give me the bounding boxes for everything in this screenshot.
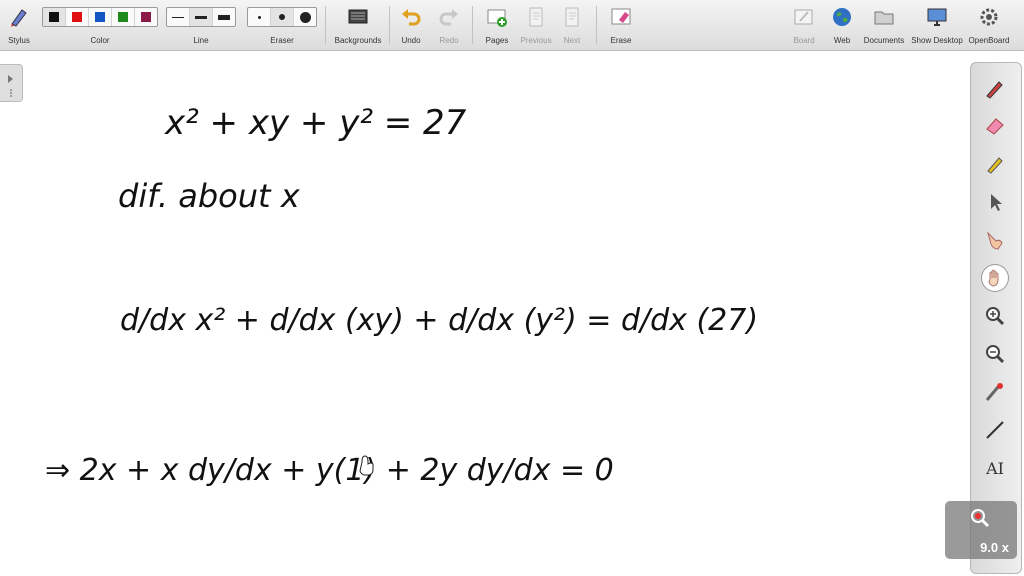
instruction-line: dif. about x — [118, 177, 301, 215]
interact-tool[interactable] — [982, 227, 1008, 253]
text-icon: AI — [986, 458, 1004, 478]
color-swatch-purple[interactable] — [135, 8, 157, 26]
color-swatch-green[interactable] — [112, 8, 135, 26]
zoom-in-icon — [986, 307, 1005, 326]
globe-icon — [833, 8, 851, 26]
eraser-large-button[interactable] — [294, 8, 316, 26]
zoom-in-tool[interactable] — [982, 303, 1008, 329]
equation-line-1: x² + xy + y² = 27 — [164, 103, 467, 143]
zoom-indicator: 9.0 x — [945, 501, 1017, 559]
top-toolbar: Stylus Color Line Eraser Backgrounds Und… — [0, 0, 1024, 51]
pointing-hand-icon — [987, 231, 1003, 250]
eraser-medium-button[interactable] — [271, 8, 294, 26]
redo-icon — [439, 9, 458, 26]
stylus-button[interactable]: Stylus — [2, 0, 36, 50]
backgrounds-icon — [348, 9, 368, 24]
eraser-small-button[interactable] — [248, 8, 271, 26]
eraser-icon — [986, 118, 1004, 135]
zoom-level: 9.0 x — [980, 540, 1009, 555]
color-group: Color — [42, 0, 158, 50]
redo-button[interactable]: Redo — [432, 0, 466, 50]
gear-icon — [980, 8, 998, 26]
hand-tool[interactable] — [982, 265, 1008, 291]
board-button[interactable]: Board — [786, 0, 822, 50]
highlighter-icon — [987, 157, 1003, 174]
whiteboard-canvas[interactable]: x² + xy + y² = 27 dif. about x d/dx x² +… — [0, 51, 965, 576]
equation-line-3: ⇒ 2x + x dy/dx + y(1) + 2y dy/dx = 0 — [45, 453, 614, 488]
monitor-icon — [927, 8, 947, 26]
toolbar-divider — [472, 6, 473, 44]
pages-button[interactable]: Pages — [478, 0, 516, 50]
arrow-pointer-icon — [991, 194, 1002, 211]
laser-pointer-tool[interactable] — [982, 379, 1008, 405]
line-icon — [986, 421, 1004, 439]
folder-icon — [874, 11, 894, 25]
stylus-icon — [11, 9, 27, 27]
toolbar-divider — [596, 6, 597, 44]
show-desktop-button[interactable]: Show Desktop — [908, 0, 966, 50]
openboard-menu-button[interactable]: OpenBoard — [966, 0, 1012, 50]
undo-button[interactable]: Undo — [394, 0, 428, 50]
tool-dock: AI — [970, 62, 1022, 574]
eraser-group: Eraser — [247, 0, 317, 50]
erase-board-icon — [611, 8, 631, 25]
equation-line-2: d/dx x² + d/dx (xy) + d/dx (y²) = d/dx (… — [120, 303, 758, 338]
laser-pointer-icon — [985, 383, 1003, 401]
magnifier-icon — [971, 509, 990, 528]
marker-tool[interactable] — [982, 151, 1008, 177]
documents-button[interactable]: Documents — [862, 0, 906, 50]
next-page-icon — [565, 7, 579, 27]
erase-button[interactable]: Erase — [602, 0, 640, 50]
line-medium-button[interactable] — [190, 8, 213, 26]
line-thick-button[interactable] — [213, 8, 235, 26]
pen-tool[interactable] — [982, 75, 1008, 101]
eraser-tool[interactable] — [982, 113, 1008, 139]
hand-icon — [988, 269, 999, 287]
toolbar-divider — [325, 6, 326, 44]
previous-page-button[interactable]: Previous — [517, 0, 555, 50]
pen-icon — [986, 81, 1003, 99]
line-tool[interactable] — [982, 417, 1008, 443]
text-tool[interactable]: AI — [982, 455, 1008, 481]
undo-icon — [402, 9, 421, 26]
selector-tool[interactable] — [982, 189, 1008, 215]
color-swatch-black[interactable] — [43, 8, 66, 26]
next-page-button[interactable]: Next — [555, 0, 589, 50]
line-group: Line — [166, 0, 236, 50]
color-swatch-red[interactable] — [66, 8, 89, 26]
line-thin-button[interactable] — [167, 8, 190, 26]
web-button[interactable]: Web — [824, 0, 860, 50]
color-swatch-blue[interactable] — [89, 8, 112, 26]
zoom-out-icon — [986, 345, 1005, 364]
toolbar-divider — [389, 6, 390, 44]
board-icon — [794, 9, 813, 25]
add-page-icon — [487, 9, 507, 27]
backgrounds-button[interactable]: Backgrounds — [330, 0, 386, 50]
zoom-out-tool[interactable] — [982, 341, 1008, 367]
previous-page-icon — [529, 7, 543, 27]
